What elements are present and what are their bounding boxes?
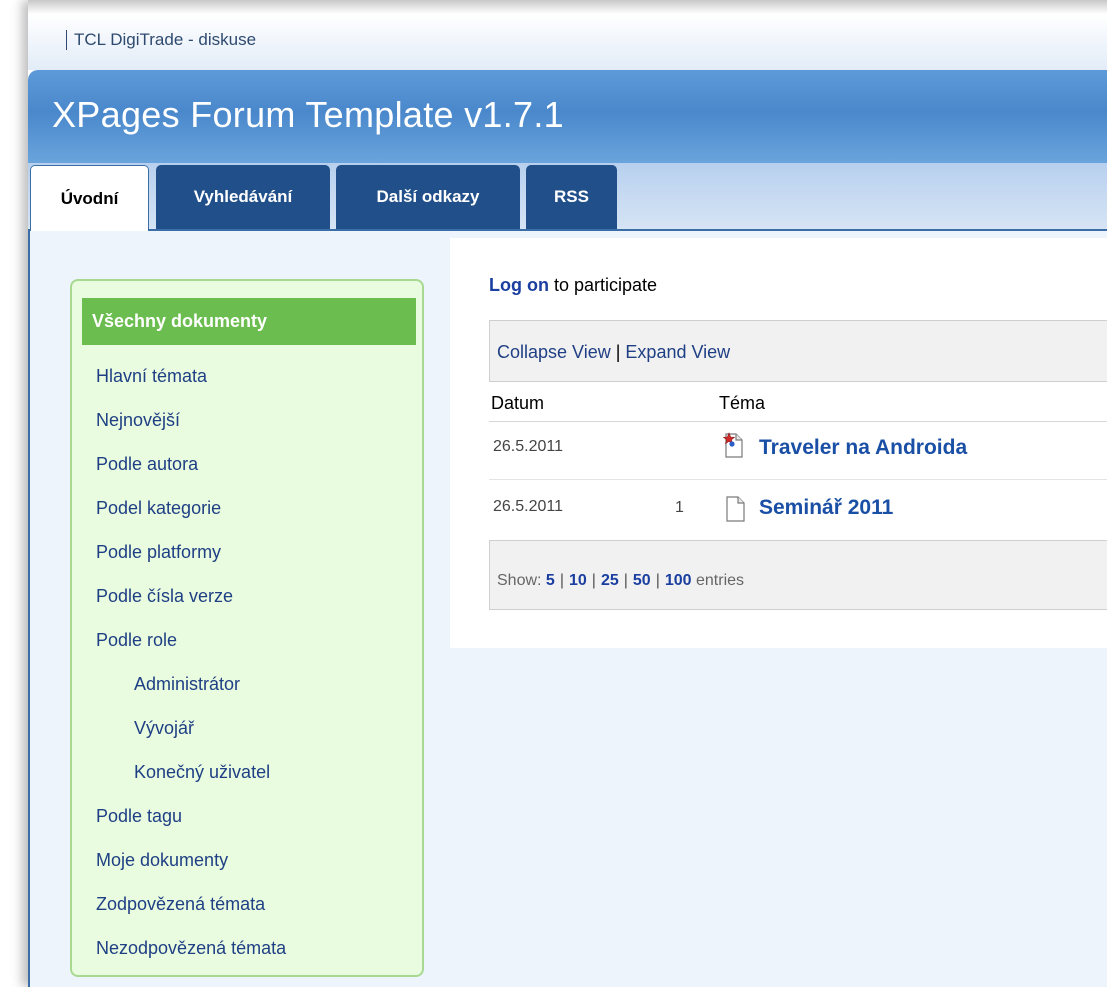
logon-link[interactable]: Log on xyxy=(489,275,549,295)
sidebar-item-zodpovezena-temata[interactable]: Zodpovězená témata xyxy=(96,893,265,915)
sidebar-item-podle-role[interactable]: Podle role xyxy=(96,629,177,651)
logon-prompt: Log on to participate xyxy=(489,275,657,296)
sidebar-item-konecny-uzivatel[interactable]: Konečný uživatel xyxy=(134,761,270,783)
tab-rss[interactable]: RSS xyxy=(526,165,617,229)
pager-separator: | xyxy=(591,572,596,589)
sidebar-item-vyvojar[interactable]: Vývojář xyxy=(134,717,194,739)
sidebar-item-podel-kategorie[interactable]: Podel kategorie xyxy=(96,497,221,519)
starred-document-icon xyxy=(722,432,743,458)
banner-title: XPages Forum Template v1.7.1 xyxy=(52,94,564,135)
sidebar-item-podle-cisla-verze[interactable]: Podle čísla verze xyxy=(96,585,233,607)
row-1-title-link[interactable]: Traveler na Androida xyxy=(759,436,967,460)
pager-option-25[interactable]: 25 xyxy=(601,572,619,589)
row-1-date: 26.5.2011 xyxy=(493,438,563,455)
sidebar-item-podle-platformy[interactable]: Podle platformy xyxy=(96,541,221,563)
column-header-topic[interactable]: Téma xyxy=(719,393,765,414)
pager-show-label: Show: xyxy=(497,572,542,589)
sidebar-item-hlavni-temata[interactable]: Hlavní témata xyxy=(96,365,207,387)
tab-vyhledavani[interactable]: Vyhledávání xyxy=(156,165,330,229)
collapse-view-link[interactable]: Collapse View xyxy=(497,342,611,362)
view-separator: | xyxy=(610,342,626,362)
sidebar-header[interactable]: Všechny dokumenty xyxy=(82,298,416,345)
sidebar-item-nejnovejsi[interactable]: Nejnovější xyxy=(96,409,180,431)
pager-entries-label: entries xyxy=(696,572,745,589)
app-title: TCL DigiTrade - diskuse xyxy=(66,30,256,50)
sidebar-item-administrator[interactable]: Administrátor xyxy=(134,673,240,695)
pager-separator: | xyxy=(623,572,628,589)
row-divider xyxy=(489,421,1107,422)
sidebar-item-moje-dokumenty[interactable]: Moje dokumenty xyxy=(96,849,228,871)
pager-option-10[interactable]: 10 xyxy=(569,572,587,589)
document-icon xyxy=(726,496,745,522)
row-divider xyxy=(489,479,1107,480)
row-2-title-link[interactable]: Seminář 2011 xyxy=(759,496,893,520)
sidebar-item-nezodpovezena-temata[interactable]: Nezodpovězená témata xyxy=(96,937,286,959)
sidebar-item-podle-tagu[interactable]: Podle tagu xyxy=(96,805,182,827)
tab-dalsi-odkazy[interactable]: Další odkazy xyxy=(336,165,520,229)
tab-uvodni[interactable]: Úvodní xyxy=(30,165,149,231)
window-shadow xyxy=(28,0,1107,14)
pager-option-100[interactable]: 100 xyxy=(665,572,692,589)
column-header-date[interactable]: Datum xyxy=(491,393,544,414)
expand-view-link[interactable]: Expand View xyxy=(625,342,730,362)
pager: Show: 5 | 10 | 25 | 50 | 100 entries xyxy=(497,572,744,590)
row-2-date: 26.5.2011 xyxy=(493,498,563,515)
pager-option-50[interactable]: 50 xyxy=(633,572,651,589)
view-links: Collapse View | Expand View xyxy=(497,342,730,363)
logon-text: to participate xyxy=(548,275,658,295)
row-2-reply-count: 1 xyxy=(675,499,684,516)
pager-option-5[interactable]: 5 xyxy=(546,572,555,589)
pager-separator: | xyxy=(559,572,564,589)
sidebar-item-podle-autora[interactable]: Podle autora xyxy=(96,453,198,475)
pager-separator: | xyxy=(655,572,660,589)
